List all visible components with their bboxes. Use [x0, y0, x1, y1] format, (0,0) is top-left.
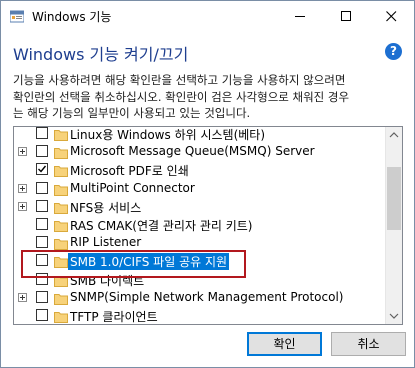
feature-label: MultiPoint Connector: [70, 180, 195, 195]
feature-checkbox[interactable]: [36, 309, 48, 321]
expand-icon[interactable]: [18, 201, 27, 211]
chevron-down-icon: [389, 313, 399, 319]
minimize-button[interactable]: [277, 1, 323, 32]
maximize-icon: [341, 11, 351, 21]
folder-icon: [54, 236, 68, 251]
description-line: 확인란의 선택을 취소하십시오. 확인란이 검은 사각형으로 채워진 경우: [13, 89, 350, 104]
feature-checkbox[interactable]: [36, 145, 48, 158]
feature-checkbox[interactable]: [36, 290, 48, 303]
folder-icon: [54, 182, 68, 196]
description-text: 기능을 사용하려면 해당 확인란을 선택하고 기능을 사용하지 않으려면 확인란…: [13, 72, 405, 122]
folder-icon: [54, 200, 68, 214]
feature-row[interactable]: Microsoft Message Queue(MSMQ) Server: [14, 143, 385, 161]
feature-label: Linux용 Windows 하위 시스템(베타): [70, 128, 266, 142]
close-icon: [386, 11, 397, 22]
feature-label: RIP Listener: [70, 235, 142, 250]
feature-label: TFTP 클라이언트: [70, 310, 158, 324]
page-title: Windows 기능 켜기/끄기: [13, 45, 189, 64]
title-bar[interactable]: Windows 기능: [1, 1, 414, 32]
close-button[interactable]: [368, 1, 414, 32]
folder-icon: [54, 309, 68, 323]
folder-icon: [54, 145, 68, 160]
folder-icon: [54, 218, 68, 232]
feature-label: NFS용 서비스: [70, 200, 142, 215]
annotation-highlight-frame: [21, 250, 246, 278]
feature-label: Microsoft PDF로 인쇄: [70, 164, 189, 179]
minimize-icon: [295, 16, 305, 17]
windows-features-dialog: Windows 기능 Windows 기능 켜기/끄기 ? 기능을 사용하려면 …: [0, 0, 415, 368]
feature-checkbox[interactable]: [36, 218, 48, 230]
description-line: 기능을 사용하려면 해당 확인란을 선택하고 기능을 사용하지 않으려면: [13, 73, 346, 87]
feature-label: SNMP(Simple Network Management Protocol): [70, 289, 344, 304]
cancel-button[interactable]: 취소: [331, 332, 406, 356]
features-tree[interactable]: Linux용 Windows 하위 시스템(베타) Microsoft Messa…: [13, 126, 403, 325]
feature-row[interactable]: NFS용 서비스: [14, 198, 385, 216]
feature-row[interactable]: TFTP 클라이언트: [14, 307, 385, 324]
feature-row[interactable]: SNMP(Simple Network Management Protocol): [14, 289, 385, 307]
feature-checkbox[interactable]: [36, 181, 48, 194]
window-title: Windows 기능: [32, 10, 112, 24]
feature-checkbox[interactable]: [36, 127, 48, 139]
feature-label: RAS CMAK(연결 관리자 관리 키트): [70, 219, 253, 233]
feature-checkbox[interactable]: [36, 163, 48, 176]
expand-icon[interactable]: [18, 292, 27, 302]
scroll-up-button[interactable]: [386, 127, 402, 144]
folder-icon: [54, 163, 68, 178]
vertical-scrollbar[interactable]: [385, 127, 402, 324]
help-icon[interactable]: ?: [385, 43, 402, 60]
folder-icon: [54, 127, 68, 141]
feature-row[interactable]: Linux용 Windows 하위 시스템(베타): [14, 127, 385, 143]
ok-button[interactable]: 확인: [247, 332, 322, 356]
description-line: 는 해당 기능의 일부만이 사용되고 있는 것입니다.: [13, 106, 251, 120]
feature-row[interactable]: MultiPoint Connector: [14, 180, 385, 198]
maximize-button[interactable]: [323, 1, 369, 32]
scroll-down-button[interactable]: [386, 307, 402, 324]
windows-features-app-icon: [9, 9, 25, 23]
chevron-up-icon: [389, 132, 399, 138]
folder-icon: [54, 291, 68, 305]
feature-row[interactable]: RAS CMAK(연결 관리자 관리 키트): [14, 216, 385, 234]
feature-label: Microsoft Message Queue(MSMQ) Server: [70, 144, 315, 159]
feature-checkbox[interactable]: [36, 236, 48, 249]
scroll-thumb[interactable]: [387, 167, 401, 230]
expand-icon[interactable]: [18, 183, 27, 193]
expand-icon[interactable]: [18, 147, 27, 157]
feature-checkbox[interactable]: [36, 199, 48, 212]
feature-row[interactable]: Microsoft PDF로 인쇄: [14, 161, 385, 179]
